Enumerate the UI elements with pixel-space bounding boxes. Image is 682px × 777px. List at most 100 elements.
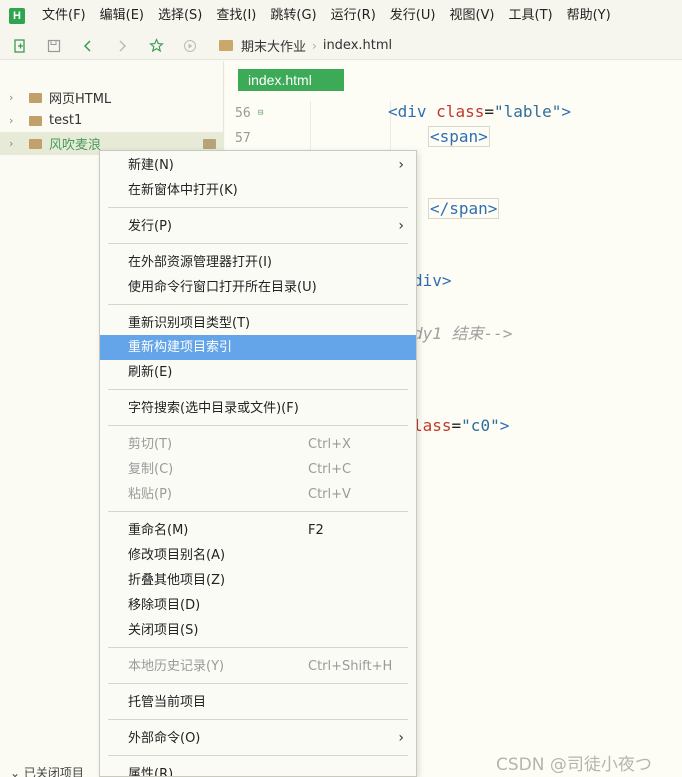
project-label: 风吹麦浪 <box>49 138 102 153</box>
shortcut-label: Ctrl+V <box>308 487 351 502</box>
chevron-right-icon[interactable]: › <box>9 114 19 127</box>
code-line: div> <box>413 271 452 290</box>
project-item[interactable]: › test1 <box>0 109 224 132</box>
back-icon[interactable] <box>77 35 99 57</box>
menu-item-properties[interactable]: 属性(R) <box>100 762 416 777</box>
menu-item-copy[interactable]: 复制(C) Ctrl+C <box>100 457 416 482</box>
code-line: <div class="lable"> <box>388 102 571 121</box>
code-token: > <box>561 102 572 121</box>
menu-file[interactable]: 文件(F) <box>35 0 93 32</box>
code-line: </span> <box>428 198 500 219</box>
menu-item-close-project[interactable]: 关闭项目(S) <box>100 618 416 643</box>
folder-icon <box>29 115 42 126</box>
menu-goto[interactable]: 跳转(G) <box>263 0 323 32</box>
project-label: 网页HTML <box>49 92 112 107</box>
forward-icon[interactable] <box>111 35 133 57</box>
menu-edit[interactable]: 编辑(E) <box>93 0 151 32</box>
chevron-right-icon: › <box>398 157 404 173</box>
folder-icon <box>203 138 216 149</box>
menu-item-label: 使用命令行窗口打开所在目录(U) <box>128 280 317 295</box>
code-token: dy1 结束--> <box>413 324 513 343</box>
menu-item-external-commands[interactable]: 外部命令(O) › <box>100 726 416 751</box>
menu-view[interactable]: 视图(V) <box>442 0 501 32</box>
context-menu: 新建(N) › 在新窗体中打开(K) 发行(P) › 在外部资源管理器打开(I) 使… <box>99 150 417 777</box>
breadcrumb: 期末大作业 › index.html <box>219 36 392 55</box>
menu-item-paste[interactable]: 粘贴(P) Ctrl+V <box>100 482 416 507</box>
code-token: "lable" <box>493 102 562 121</box>
project-item[interactable]: › 网页HTML <box>0 86 224 109</box>
menu-help[interactable]: 帮助(Y) <box>560 0 618 32</box>
menu-item-char-search[interactable]: 字符搜索(选中目录或文件)(F) <box>100 396 416 421</box>
menu-item-label: 重新识别项目类型(T) <box>128 316 251 331</box>
menu-item-new[interactable]: 新建(N) › <box>100 153 416 178</box>
menu-item-host-project[interactable]: 托管当前项目 <box>100 690 416 715</box>
menu-item-label: 移除项目(D) <box>128 598 201 613</box>
chevron-right-icon: › <box>312 38 317 53</box>
menu-item-alias[interactable]: 修改项目别名(A) <box>100 543 416 568</box>
menu-item-publish[interactable]: 发行(P) › <box>100 214 416 239</box>
code-token: "c0" <box>461 416 500 435</box>
toolbar: 期末大作业 › index.html <box>0 32 682 60</box>
run-icon[interactable] <box>179 35 201 57</box>
menu-divider <box>108 719 408 720</box>
breadcrumb-file[interactable]: index.html <box>323 38 392 53</box>
menu-item-label: 外部命令(O) <box>128 731 201 746</box>
menu-item-rebuild-index[interactable]: 重新构建项目索引 <box>100 335 416 360</box>
menu-item-label: 重新构建项目索引 <box>128 340 233 355</box>
menu-item-refresh[interactable]: 刷新(E) <box>100 360 416 385</box>
menu-run[interactable]: 运行(R) <box>324 0 383 32</box>
shortcut-label: Ctrl+X <box>308 437 351 452</box>
menu-item-label: 在新窗体中打开(K) <box>128 183 238 198</box>
menu-item-label: 发行(P) <box>128 219 172 234</box>
shortcut-label: Ctrl+Shift+H <box>308 659 393 674</box>
code-token: lass <box>413 416 452 435</box>
menu-item-label: 新建(N) <box>128 158 174 173</box>
code-token: > <box>499 416 510 435</box>
new-file-icon[interactable] <box>9 35 31 57</box>
menu-publish[interactable]: 发行(U) <box>383 0 443 32</box>
chevron-right-icon: › <box>398 218 404 234</box>
menu-divider <box>108 647 408 648</box>
menu-find[interactable]: 查找(I) <box>209 0 263 32</box>
menu-item-label: 托管当前项目 <box>128 695 207 710</box>
chevron-right-icon[interactable]: › <box>9 91 19 104</box>
star-icon[interactable] <box>145 35 167 57</box>
code-line: lass="c0"> <box>413 416 509 435</box>
chevron-right-icon[interactable]: › <box>9 137 19 150</box>
menu-item-label: 重命名(M) <box>128 523 189 538</box>
menu-item-reidentify[interactable]: 重新识别项目类型(T) <box>100 311 416 336</box>
code-token: = <box>484 102 494 121</box>
menu-divider <box>108 243 408 244</box>
menu-item-remove-project[interactable]: 移除项目(D) <box>100 593 416 618</box>
menu-item-label: 属性(R) <box>128 767 174 777</box>
fold-icon[interactable]: ⊟ <box>258 108 263 118</box>
menu-item-open-explorer[interactable]: 在外部资源管理器打开(I) <box>100 250 416 275</box>
menu-divider <box>108 425 408 426</box>
chevron-right-icon: › <box>398 730 404 746</box>
menu-item-cut[interactable]: 剪切(T) Ctrl+X <box>100 432 416 457</box>
menu-item-label: 折叠其他项目(Z) <box>128 573 226 588</box>
shortcut-label: F2 <box>308 523 324 538</box>
menu-tools[interactable]: 工具(T) <box>502 0 560 32</box>
menu-item-label: 在外部资源管理器打开(I) <box>128 255 272 270</box>
tab-index-html[interactable]: index.html <box>238 69 344 91</box>
line-number: 57 <box>235 131 251 146</box>
menu-item-label: 粘贴(P) <box>128 487 172 502</box>
code-token: <div <box>388 102 427 121</box>
menu-item-open-terminal[interactable]: 使用命令行窗口打开所在目录(U) <box>100 275 416 300</box>
line-number: 56 <box>235 106 251 121</box>
save-icon[interactable] <box>43 35 65 57</box>
code-line: <span> <box>428 126 490 147</box>
menu-item-rename[interactable]: 重命名(M) F2 <box>100 518 416 543</box>
breadcrumb-project[interactable]: 期末大作业 <box>241 36 306 55</box>
menu-item-open-new-window[interactable]: 在新窗体中打开(K) <box>100 178 416 203</box>
code-line: dy1 结束--> <box>413 320 512 344</box>
folder-icon <box>219 40 233 51</box>
code-token: </span> <box>428 198 500 219</box>
code-token: div> <box>413 271 452 290</box>
menu-item-local-history[interactable]: 本地历史记录(Y) Ctrl+Shift+H <box>100 654 416 679</box>
menu-select[interactable]: 选择(S) <box>151 0 209 32</box>
menu-item-collapse-others[interactable]: 折叠其他项目(Z) <box>100 568 416 593</box>
code-token: <span> <box>428 126 490 147</box>
menu-item-label: 字符搜索(选中目录或文件)(F) <box>128 401 299 416</box>
